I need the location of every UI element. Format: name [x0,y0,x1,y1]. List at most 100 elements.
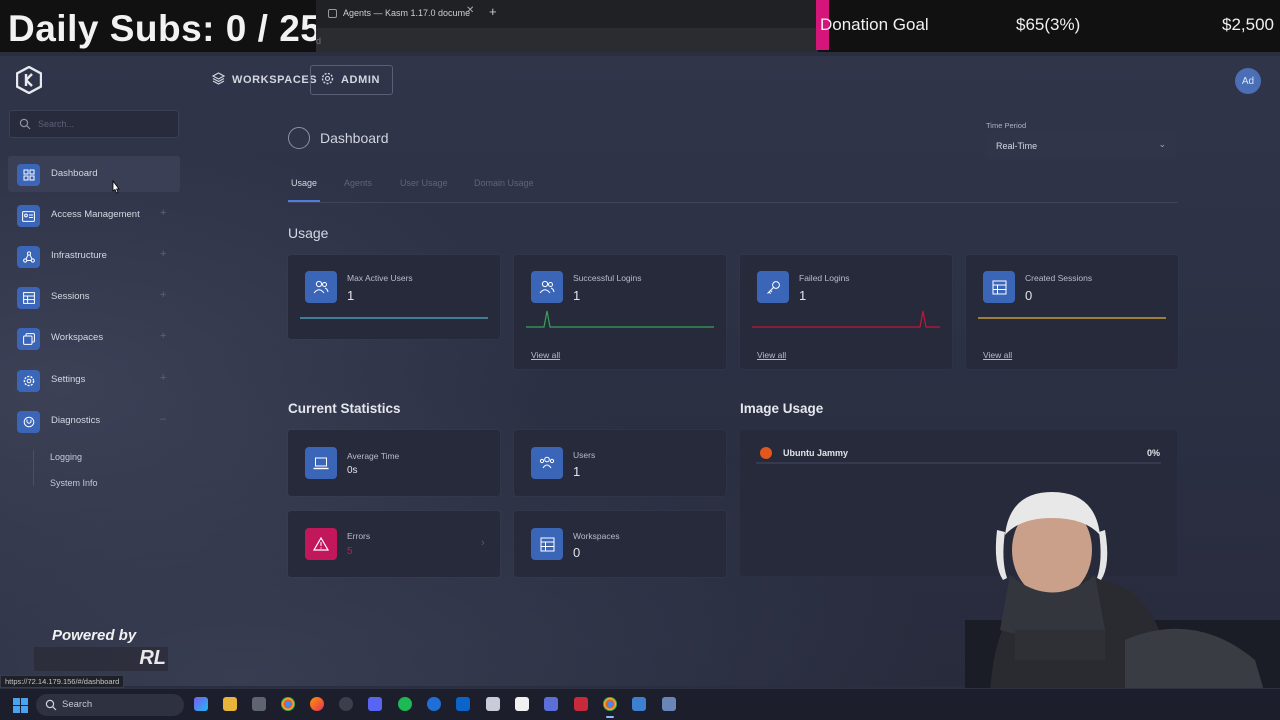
browser-tab[interactable]: Agents — Kasm 1.17.0 docume [328,5,486,21]
card-value: 5 [347,546,353,557]
copilot-icon[interactable] [194,697,208,711]
chrome-active-icon[interactable] [603,697,617,718]
time-period-value: Real-Time [996,141,1038,151]
github-icon[interactable] [339,697,353,711]
notion-icon[interactable] [515,697,529,711]
view-all-link[interactable]: View all [757,350,786,360]
expand-plus-icon[interactable]: + [160,289,166,301]
calculator-icon[interactable] [662,697,676,711]
settings-app-icon[interactable] [252,697,266,711]
admin-nav-button[interactable]: ADMIN [310,65,393,95]
key-icon [757,271,789,303]
windows-start-icon[interactable] [13,698,28,718]
table-icon [17,287,40,309]
stat-card-average-time: Average Time 0s [288,430,500,496]
sidebar-subitem-system-info[interactable]: System Info [50,478,98,488]
chrome-icon[interactable] [281,697,295,711]
card-value: 0s [347,465,358,476]
usage-card-failed-logins: Failed Logins 1 View all [740,255,952,369]
tab-close-icon[interactable]: ✕ [466,5,474,16]
card-value: 1 [799,288,807,303]
outlook-icon[interactable] [456,697,470,711]
new-tab-icon[interactable]: + [489,4,497,19]
sidebar-item-settings[interactable]: Settings + [8,362,180,398]
top-navigation: WORKSPACES ADMIN Ad [0,56,1280,104]
sparkline-max-active-users [300,317,488,319]
id-card-icon [17,205,40,227]
sidebar-item-access-management[interactable]: Access Management + [8,197,180,233]
users-icon [531,447,563,479]
expand-plus-icon[interactable]: + [160,248,166,260]
chevron-down-icon: ⌄ [1158,139,1166,149]
firefox-icon[interactable] [310,697,324,711]
time-period-label: Time Period [986,121,1027,130]
webcam-overlay [935,470,1280,694]
image-usage-bar [756,462,1161,464]
browser-tab-strip: Agents — Kasm 1.17.0 docume ✕ + d [316,0,818,52]
table-icon [983,271,1015,303]
sidebar-item-workspaces[interactable]: Workspaces + [8,320,180,356]
search-icon [19,118,31,130]
card-title: Successful Logins [573,273,642,283]
sidebar-item-sessions[interactable]: Sessions + [8,279,180,315]
gear-icon [17,370,40,392]
app-icon[interactable] [574,697,588,711]
workspaces-nav-button[interactable]: WORKSPACES [202,65,327,95]
mail-icon[interactable] [486,697,500,711]
card-title: Created Sessions [1025,273,1093,283]
stat-card-workspaces: Workspaces 0 [514,511,726,577]
stat-card-errors[interactable]: Errors 5 › [288,511,500,577]
sidebar-search-input[interactable]: Search... [9,110,179,138]
app-icon[interactable] [632,697,646,711]
collapse-minus-icon[interactable]: – [160,413,166,425]
browser-url-bar[interactable]: d [316,28,818,52]
card-title: Users [573,450,596,460]
mouse-cursor-icon [110,179,121,201]
card-title: Errors [347,531,371,541]
expand-plus-icon[interactable]: + [160,207,166,219]
sponsor-logo: RL [34,647,168,671]
kasm-logo-icon[interactable] [15,65,43,95]
expand-plus-icon[interactable]: + [160,372,166,384]
tab-user-usage[interactable]: User Usage [400,178,448,188]
user-avatar[interactable]: Ad [1235,68,1261,94]
discord-icon[interactable] [368,697,382,711]
time-period-select[interactable]: Real-Time ⌄ [986,132,1176,159]
sidebar-item-label: Settings [51,374,86,385]
file-explorer-icon[interactable] [223,697,237,711]
tab-domain-usage[interactable]: Domain Usage [474,178,534,188]
page-header: Dashboard [288,127,389,149]
usage-card-max-active-users: Max Active Users 1 [288,255,500,339]
tab-usage[interactable]: Usage [291,178,317,188]
taskbar-search-label: Search [62,699,93,710]
chevron-right-icon[interactable]: › [481,537,485,549]
table-icon [531,528,563,560]
usage-card-successful-logins: Successful Logins 1 View all [514,255,726,369]
status-bar-url: https://72.14.179.156/#/dashboard [0,675,125,688]
spotify-icon[interactable] [398,697,412,711]
sidebar-item-dashboard[interactable]: Dashboard [8,156,180,192]
card-value: 1 [347,288,355,303]
sidebar-item-label: Workspaces [51,332,104,343]
app-icon[interactable] [427,697,441,711]
user-circle-icon [288,127,310,149]
taskbar-search[interactable]: Search [36,694,184,716]
tab-agents[interactable]: Agents [344,178,372,188]
sparkline-failed-logins [752,310,940,328]
dashboard-tabs: Usage Agents User Usage Domain Usage [288,177,1178,203]
sidebar-item-infrastructure[interactable]: Infrastructure + [8,238,180,274]
sidebar-item-diagnostics[interactable]: Diagnostics – [8,403,180,439]
app-icon[interactable] [544,697,558,711]
view-all-link[interactable]: View all [983,350,1012,360]
sidebar-subitem-logging[interactable]: Logging [50,452,82,462]
view-all-link[interactable]: View all [531,350,560,360]
sparkline-created-sessions [978,317,1166,319]
users-icon [305,271,337,303]
admin-nav-label: ADMIN [341,74,381,86]
expand-plus-icon[interactable]: + [160,330,166,342]
daily-subs-counter: Daily Subs: 0 / 25 [8,8,322,49]
card-title: Max Active Users [347,273,413,283]
current-statistics-title: Current Statistics [288,401,401,416]
card-title: Workspaces [573,531,620,541]
users-icon [531,271,563,303]
